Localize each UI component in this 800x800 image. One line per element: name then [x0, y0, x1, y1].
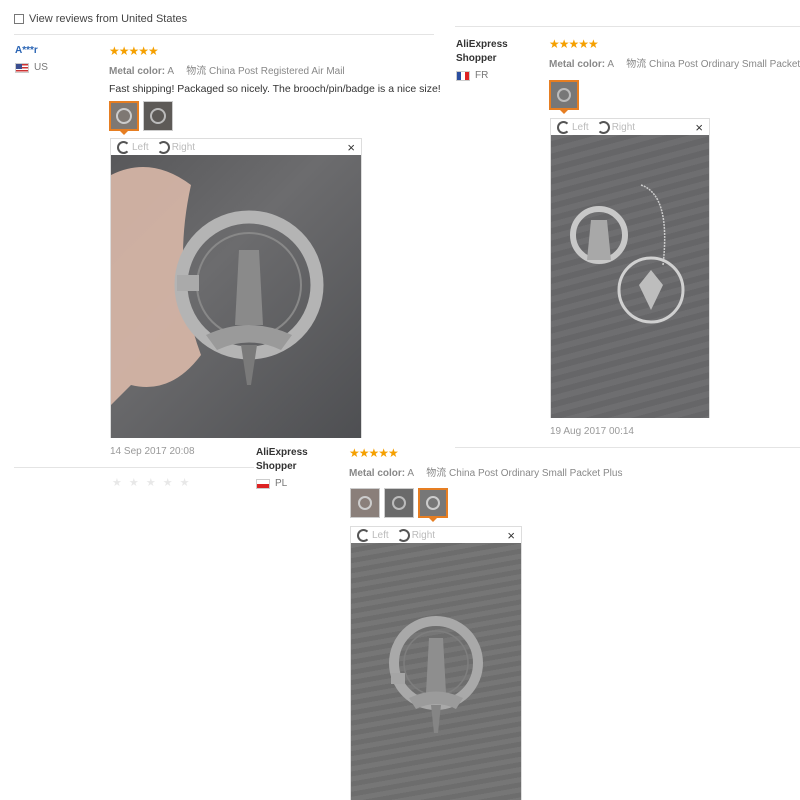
fr-flag-icon [456, 70, 470, 81]
rotate-left-button[interactable]: Left [557, 120, 589, 134]
rotate-left-button[interactable]: Left [357, 528, 389, 542]
metal-color-label: Metal color: [549, 59, 606, 70]
rotate-right-icon [396, 528, 410, 542]
review-meta: Metal color: A 物流 China Post Registered … [109, 62, 441, 77]
rotate-left-label: Left [372, 529, 389, 541]
username-line-1: AliExpress [456, 39, 508, 50]
close-icon[interactable]: × [695, 120, 703, 135]
photo-thumbnail[interactable] [143, 101, 173, 131]
username-line-1: AliExpress [256, 447, 308, 458]
photo-thumbnail[interactable] [350, 488, 380, 518]
rotate-right-label: Right [171, 141, 196, 153]
viewer-toolbar: Left Right × [111, 139, 361, 155]
rotate-right-button[interactable]: Right [596, 120, 636, 134]
pl-flag-icon [256, 478, 270, 489]
review-date: 19 Aug 2017 00:14 [550, 426, 634, 437]
close-icon[interactable]: × [347, 140, 355, 155]
rotate-right-icon [596, 120, 610, 134]
review-2-image-viewer: Left Right × [550, 118, 710, 418]
review-2-user: AliExpress Shopper FR [456, 38, 508, 81]
photo-thumbnail[interactable] [384, 488, 414, 518]
username-line-2: Shopper [456, 53, 497, 64]
rotate-right-button[interactable]: Right [156, 140, 196, 154]
rotate-right-label: Right [411, 529, 436, 541]
metal-color-label: Metal color: [109, 66, 166, 77]
review-2-body: ★★★★★ Metal color: A 物流 China Post Ordin… [549, 37, 800, 70]
country-code: FR [475, 70, 489, 81]
rotate-left-label: Left [572, 121, 589, 133]
close-icon[interactable]: × [507, 528, 515, 543]
review-1-thumbnails [109, 101, 173, 135]
review-3-thumbnails [350, 488, 448, 522]
review-text: Fast shipping! Packaged so nicely. The b… [109, 83, 441, 95]
shipping-method: 物流 China Post Registered Air Mail [186, 66, 345, 77]
review-1-user: A***r US [15, 44, 48, 73]
review-photo [551, 135, 709, 418]
rotate-right-icon [156, 140, 170, 154]
faded-star-rating: ★ ★ ★ ★ ★ [112, 477, 192, 489]
divider [14, 34, 434, 35]
country-code: US [34, 62, 48, 73]
country-code: PL [275, 478, 288, 489]
photo-thumbnail[interactable] [418, 488, 448, 522]
user-country: FR [456, 70, 508, 81]
rotate-left-icon [557, 120, 570, 134]
review-meta: Metal color: A 物流 China Post Ordinary Sm… [549, 55, 800, 70]
rotate-left-icon [357, 528, 370, 542]
rotate-left-icon [117, 140, 130, 154]
photo-thumbnail[interactable] [109, 101, 139, 135]
user-country: US [15, 62, 48, 73]
us-flag-icon [15, 62, 29, 73]
username-line-2: Shopper [256, 461, 297, 472]
photo-thumbnail[interactable] [549, 80, 579, 114]
metal-color-value: A [167, 66, 174, 77]
star-rating: ★★★★★ [109, 44, 159, 58]
user-country: PL [256, 478, 308, 489]
star-rating: ★★★★★ [349, 446, 399, 460]
review-3-user: AliExpress Shopper PL [256, 446, 308, 489]
shipping-method: 物流 China Post Ordinary Small Packet [626, 59, 800, 70]
review-date: 14 Sep 2017 20:08 [110, 446, 195, 457]
rotate-left-button[interactable]: Left [117, 140, 149, 154]
rotate-right-button[interactable]: Right [396, 528, 436, 542]
divider [14, 467, 254, 468]
review-3-body: ★★★★★ Metal color: A 物流 China Post Ordin… [349, 446, 622, 479]
review-photo [111, 155, 361, 438]
viewer-toolbar: Left Right × [351, 527, 521, 543]
review-2-thumbnails [549, 80, 579, 114]
review-1-body: ★★★★★ Metal color: A 物流 China Post Regis… [109, 44, 441, 95]
us-reviews-filter[interactable]: View reviews from United States [14, 13, 187, 25]
star-rating: ★★★★★ [549, 37, 599, 51]
review-meta: Metal color: A 物流 China Post Ordinary Sm… [349, 464, 622, 479]
shipping-method: 物流 China Post Ordinary Small Packet Plus [426, 468, 623, 479]
metal-color-value: A [607, 59, 614, 70]
rotate-right-label: Right [611, 121, 636, 133]
review-1-image-viewer: Left Right × [110, 138, 362, 438]
divider [455, 26, 800, 27]
review-photo [351, 543, 521, 800]
username[interactable]: A***r [15, 44, 48, 58]
filter-label: View reviews from United States [29, 13, 188, 25]
viewer-toolbar: Left Right × [551, 119, 709, 135]
rotate-left-label: Left [132, 141, 149, 153]
checkbox-icon[interactable] [14, 14, 24, 24]
metal-color-value: A [407, 468, 414, 479]
metal-color-label: Metal color: [349, 468, 406, 479]
review-3-image-viewer: Left Right × [350, 526, 522, 800]
